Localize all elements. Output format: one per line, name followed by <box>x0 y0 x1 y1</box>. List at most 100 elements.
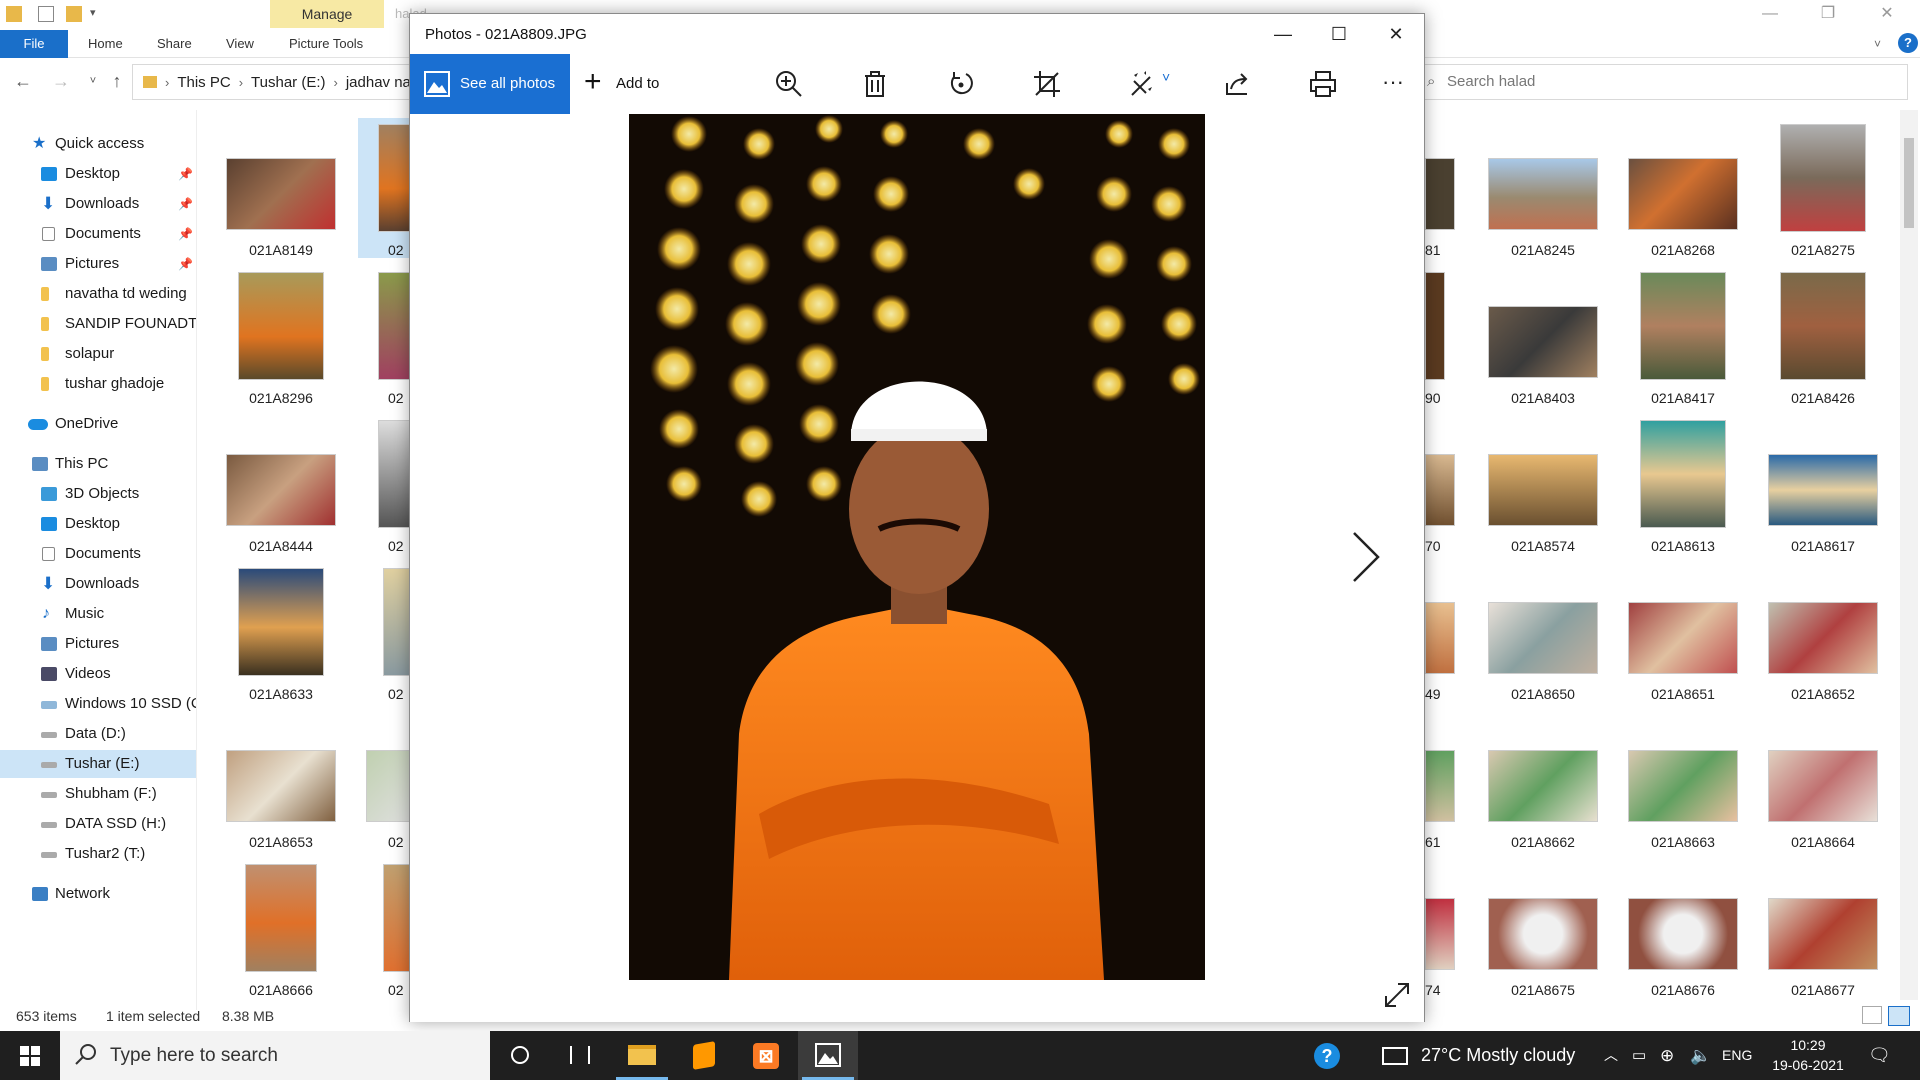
file-tile[interactable]: 021A8417 <box>1618 266 1748 406</box>
folder-icon[interactable] <box>6 6 22 22</box>
sidebar-item-network[interactable]: Network <box>0 880 196 908</box>
file-tile[interactable]: 021A8664 <box>1758 710 1888 850</box>
file-tile[interactable]: 021A8633 <box>216 562 346 702</box>
minimize-icon[interactable]: — <box>1745 0 1795 30</box>
file-tile[interactable]: 021A8617 <box>1758 414 1888 554</box>
file-tile[interactable]: 021A8426 <box>1758 266 1888 406</box>
cortana-button[interactable] <box>490 1031 550 1080</box>
up-icon[interactable]: ↑ <box>106 70 128 92</box>
help-icon[interactable]: ? <box>1898 33 1918 53</box>
chevron-down-icon[interactable]: ▾ <box>90 6 106 22</box>
file-tile[interactable]: 021A8403 <box>1478 266 1608 406</box>
breadcrumb-tushar-e[interactable]: Tushar (E:) <box>251 74 325 91</box>
sidebar-item-pc-desktop[interactable]: Desktop <box>0 510 196 538</box>
file-tile[interactable]: 70 <box>1425 414 1460 554</box>
back-icon[interactable]: ← <box>12 70 34 92</box>
sidebar-item-navatha[interactable]: navatha td weding <box>0 280 196 308</box>
sidebar-item-videos[interactable]: Videos <box>0 660 196 688</box>
sidebar-item-drive-e[interactable]: Tushar (E:) <box>0 750 196 778</box>
file-tile[interactable]: 021A8662 <box>1478 710 1608 850</box>
file-tile[interactable]: 021A8677 <box>1758 858 1888 998</box>
next-photo-icon[interactable] <box>1346 527 1386 587</box>
sidebar-item-drive-f[interactable]: Shubham (F:) <box>0 780 196 808</box>
sidebar-item-pc-documents[interactable]: Documents <box>0 540 196 568</box>
breadcrumb-jadhav[interactable]: jadhav na <box>346 74 411 91</box>
sidebar-item-onedrive[interactable]: OneDrive <box>0 410 196 438</box>
sidebar-item-tushar-ghadoje[interactable]: tushar ghadoje <box>0 370 196 398</box>
sidebar-item-sandip[interactable]: SANDIP FOUNADTI <box>0 310 196 338</box>
file-tile[interactable]: 021A8444 <box>216 414 346 554</box>
file-tile[interactable]: 74 <box>1425 858 1460 998</box>
battery-icon[interactable]: ▭ <box>1632 1031 1646 1080</box>
fullscreen-icon[interactable] <box>1382 980 1412 1010</box>
close-icon[interactable]: ✕ <box>1368 14 1424 54</box>
taskbar-app-sublime[interactable] <box>674 1031 734 1080</box>
restore-icon[interactable]: ❐ <box>1803 0 1853 30</box>
sidebar-item-drive-h[interactable]: DATA SSD (H:) <box>0 810 196 838</box>
file-tile[interactable]: 021A8245 <box>1478 118 1608 258</box>
forward-icon[interactable]: → <box>50 70 72 92</box>
sidebar-item-this-pc[interactable]: This PC <box>0 450 196 478</box>
sidebar-item-pc-pictures[interactable]: Pictures <box>0 630 196 658</box>
rotate-icon[interactable] <box>946 69 976 99</box>
zoom-in-icon[interactable] <box>774 69 804 99</box>
file-tile[interactable]: 021A8675 <box>1478 858 1608 998</box>
file-tile[interactable]: 81 <box>1425 118 1460 258</box>
close-icon[interactable]: ✕ <box>1862 0 1912 30</box>
search-input[interactable]: Search halad <box>1420 64 1908 100</box>
file-tile[interactable]: 021A8652 <box>1758 562 1888 702</box>
crop-icon[interactable] <box>1032 69 1062 99</box>
sidebar-item-drive-d[interactable]: Data (D:) <box>0 720 196 748</box>
photo-viewer[interactable] <box>410 114 1424 1022</box>
manage-tab[interactable]: Manage <box>270 0 384 28</box>
file-tile[interactable]: 49 <box>1425 562 1460 702</box>
file-tile[interactable]: 61 <box>1425 710 1460 850</box>
more-options-icon[interactable]: ··· <box>1382 71 1404 93</box>
taskbar-app-photos[interactable] <box>798 1031 858 1080</box>
file-tile[interactable]: 021A8653 <box>216 710 346 850</box>
sidebar-item-desktop[interactable]: Desktop 📌 <box>0 160 196 188</box>
edit-enhance-icon[interactable] <box>1128 69 1158 99</box>
file-tile[interactable]: 021A8268 <box>1618 118 1748 258</box>
tab-file[interactable]: File <box>0 30 68 58</box>
scrollbar-thumb[interactable] <box>1904 138 1914 228</box>
breadcrumb-this-pc[interactable]: This PC <box>177 74 230 91</box>
tab-picture-tools[interactable]: Picture Tools <box>289 30 363 58</box>
taskbar-search-input[interactable]: Type here to search <box>60 1031 490 1080</box>
file-tile[interactable]: 90 <box>1425 266 1460 406</box>
file-tile[interactable]: 021A8650 <box>1478 562 1608 702</box>
file-tile[interactable]: 021A8651 <box>1618 562 1748 702</box>
network-globe-icon[interactable]: ⊕ <box>1660 1031 1674 1080</box>
help-tray-icon[interactable]: ? <box>1312 1031 1344 1080</box>
vertical-scrollbar[interactable] <box>1900 110 1918 1000</box>
chevron-down-icon[interactable]: ˅ <box>1874 30 1881 58</box>
add-to-button[interactable]: Add to <box>580 52 659 114</box>
details-view-icon[interactable] <box>1862 1006 1882 1024</box>
pane-divider[interactable] <box>196 110 197 1010</box>
properties-icon[interactable] <box>38 6 54 22</box>
input-language[interactable]: ENG <box>1722 1031 1752 1080</box>
windows-start-icon[interactable] <box>0 1031 60 1080</box>
show-hidden-icons-icon[interactable]: ︿ <box>1604 1031 1618 1080</box>
weather-widget[interactable]: 27°C Mostly cloudy <box>1382 1031 1582 1080</box>
sidebar-item-3d-objects[interactable]: 3D Objects <box>0 480 196 508</box>
address-bar[interactable]: › This PC › Tushar (E:) › jadhav na <box>132 64 422 100</box>
tab-view[interactable]: View <box>226 30 254 58</box>
file-tile[interactable]: 021A8676 <box>1618 858 1748 998</box>
file-tile[interactable]: 021A8149 <box>216 118 346 258</box>
delete-icon[interactable] <box>860 69 890 99</box>
sidebar-item-drive-c[interactable]: Windows 10 SSD (C <box>0 690 196 718</box>
sidebar-item-quick-access[interactable]: ★ Quick access <box>0 130 196 158</box>
taskbar-app-file-explorer[interactable] <box>612 1031 672 1080</box>
file-tile[interactable]: 021A8666 <box>216 858 346 998</box>
sidebar-item-music[interactable]: ♪ Music <box>0 600 196 628</box>
volume-icon[interactable]: 🔈 <box>1690 1031 1711 1080</box>
sidebar-item-solapur[interactable]: solapur <box>0 340 196 368</box>
sidebar-item-downloads[interactable]: ⬇ Downloads 📌 <box>0 190 196 218</box>
tab-home[interactable]: Home <box>88 30 123 58</box>
task-view-button[interactable] <box>550 1031 610 1080</box>
share-icon[interactable] <box>1222 69 1252 99</box>
file-tile[interactable]: 021A8574 <box>1478 414 1608 554</box>
large-icons-view-icon[interactable] <box>1888 1006 1910 1026</box>
sidebar-item-pc-downloads[interactable]: ⬇ Downloads <box>0 570 196 598</box>
